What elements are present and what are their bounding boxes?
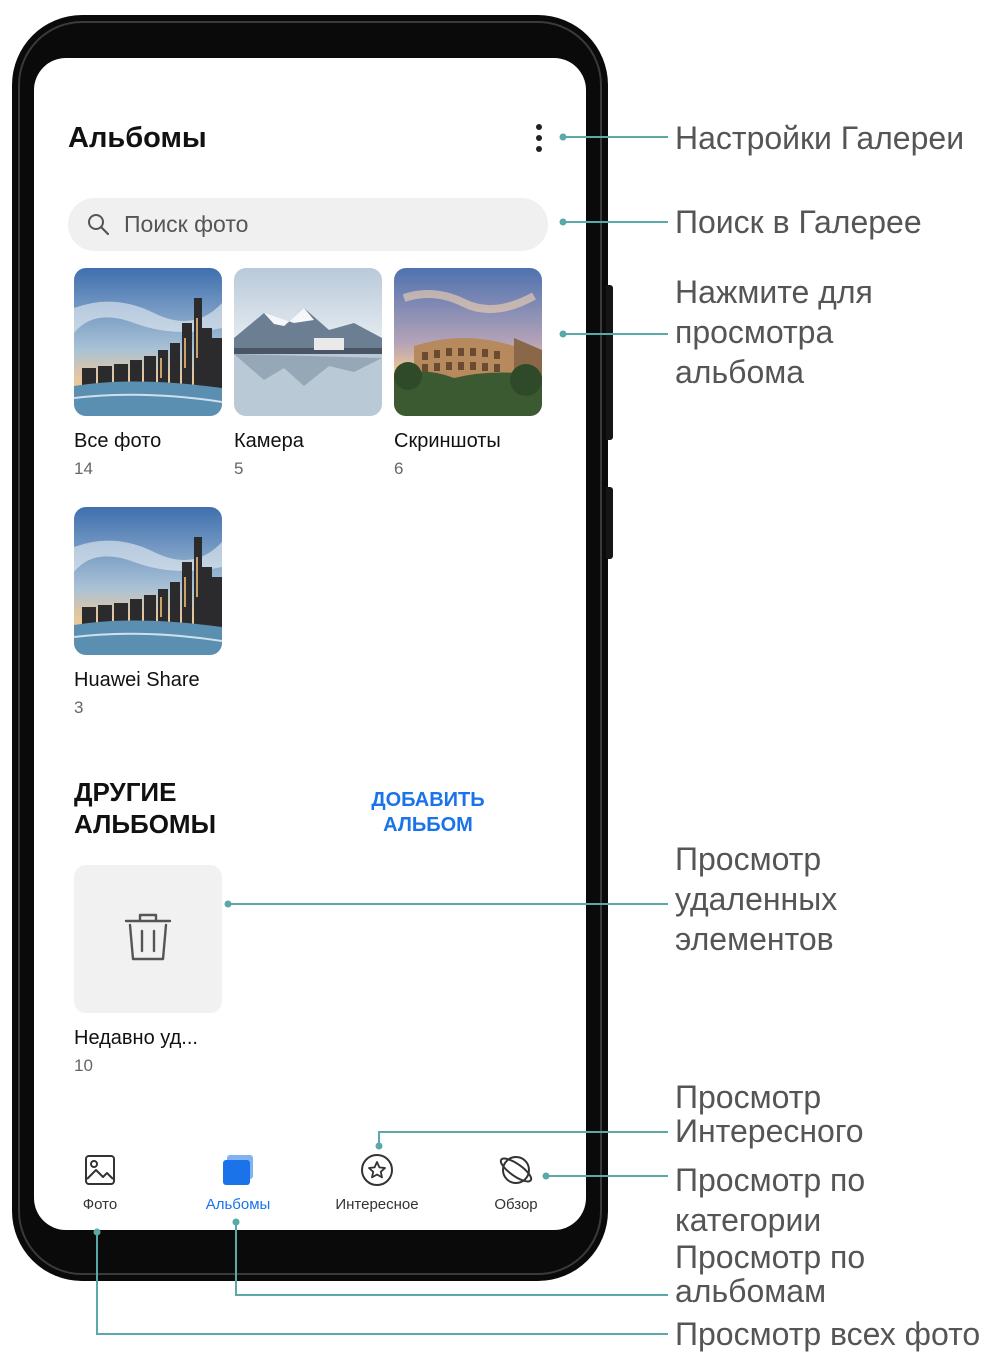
callout-deleted: Просмотр удаленных элементов [675, 841, 838, 957]
callout-category: Просмотр по категории [675, 1162, 866, 1238]
callout-all-photos: Просмотр всех фото [675, 1316, 981, 1352]
callout-settings: Настройки Галереи [675, 120, 965, 156]
callout-search: Поиск в Галерее [675, 204, 922, 240]
callout-by-album: Просмотр по альбомам [675, 1239, 866, 1309]
callout-view-album: Нажмите для просмотра альбома [675, 274, 873, 390]
callout-discover: Просмотр Интересного [675, 1079, 864, 1149]
